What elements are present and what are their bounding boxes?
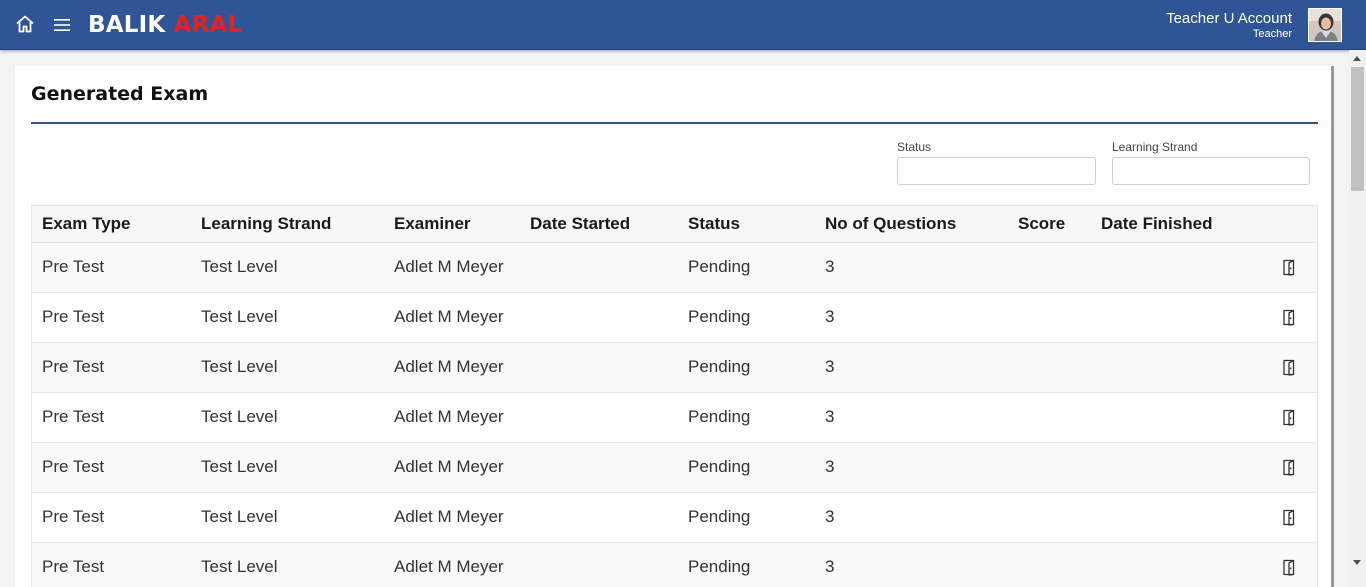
page-title: Generated Exam	[31, 83, 209, 105]
cell-learning-strand: Test Level	[201, 257, 278, 276]
table-row[interactable]: Pre Test Test Level Adlet M Meyer Pending 3	[32, 493, 1317, 543]
table-row[interactable]: Pre Test Test Level Adlet M Meyer Pending 3	[32, 393, 1317, 443]
hamburger-menu-icon[interactable]	[52, 15, 72, 35]
open-exam-icon[interactable]	[1282, 259, 1298, 276]
cell-learning-strand: Test Level	[201, 357, 278, 376]
top-navbar: BALIK ARAL Teacher U Account Teacher	[0, 0, 1366, 50]
cell-no-of-questions: 3	[825, 457, 835, 476]
column-header-exam-type[interactable]: Exam Type	[42, 206, 131, 242]
brand-name-part2: ARAL	[173, 12, 243, 38]
cell-learning-strand: Test Level	[201, 457, 278, 476]
cell-status: Pending	[688, 557, 751, 576]
cell-no-of-questions: 3	[825, 357, 835, 376]
brand-name-part1: BALIK	[88, 12, 166, 38]
user-avatar[interactable]	[1308, 8, 1342, 42]
cell-status: Pending	[688, 457, 751, 476]
cell-no-of-questions: 3	[825, 557, 835, 576]
exam-table: Exam Type Learning Strand Examiner Date …	[31, 205, 1318, 587]
table-header-row: Exam Type Learning Strand Examiner Date …	[32, 205, 1317, 243]
column-header-status[interactable]: Status	[688, 206, 740, 242]
cell-no-of-questions: 3	[825, 257, 835, 276]
table-row[interactable]: Pre Test Test Level Adlet M Meyer Pending 3	[32, 243, 1317, 293]
open-exam-icon[interactable]	[1282, 409, 1298, 426]
table-body: Pre Test Test Level Adlet M Meyer Pending 3 P…	[32, 243, 1317, 587]
cell-learning-strand: Test Level	[201, 507, 278, 526]
cell-status: Pending	[688, 257, 751, 276]
cell-exam-type: Pre Test	[42, 257, 105, 276]
column-header-no-of-questions[interactable]: No of Questions	[825, 206, 956, 242]
home-icon[interactable]	[14, 13, 36, 35]
scroll-down-arrow-icon[interactable]	[1353, 560, 1361, 565]
cell-no-of-questions: 3	[825, 407, 835, 426]
cell-learning-strand: Test Level	[201, 407, 278, 426]
cell-status: Pending	[688, 407, 751, 426]
cell-exam-type: Pre Test	[42, 407, 105, 426]
cell-examiner: Adlet M Meyer	[394, 257, 504, 276]
cell-status: Pending	[688, 307, 751, 326]
open-exam-icon[interactable]	[1282, 509, 1298, 526]
learning-strand-filter-label: Learning Strand	[1112, 140, 1198, 154]
cell-examiner: Adlet M Meyer	[394, 307, 504, 326]
title-divider	[31, 122, 1318, 124]
table-row[interactable]: Pre Test Test Level Adlet M Meyer Pending 3	[32, 543, 1317, 587]
table-row[interactable]: Pre Test Test Level Adlet M Meyer Pending 3	[32, 443, 1317, 493]
cell-no-of-questions: 3	[825, 307, 835, 326]
cell-exam-type: Pre Test	[42, 307, 105, 326]
cell-examiner: Adlet M Meyer	[394, 507, 504, 526]
column-header-examiner[interactable]: Examiner	[394, 206, 471, 242]
column-header-date-started[interactable]: Date Started	[530, 206, 630, 242]
brand-logo[interactable]: BALIK ARAL	[88, 11, 242, 39]
cell-exam-type: Pre Test	[42, 457, 105, 476]
cell-examiner: Adlet M Meyer	[394, 357, 504, 376]
cell-exam-type: Pre Test	[42, 557, 105, 576]
cell-status: Pending	[688, 357, 751, 376]
learning-strand-filter-input[interactable]	[1112, 157, 1310, 185]
cell-examiner: Adlet M Meyer	[394, 457, 504, 476]
column-header-learning-strand[interactable]: Learning Strand	[201, 206, 331, 242]
cell-examiner: Adlet M Meyer	[394, 557, 504, 576]
generated-exam-card: Generated Exam Status Learning Strand Ex…	[15, 66, 1334, 587]
status-filter-label: Status	[897, 140, 932, 154]
scroll-up-arrow-icon[interactable]	[1353, 56, 1361, 61]
open-exam-icon[interactable]	[1282, 459, 1298, 476]
open-exam-icon[interactable]	[1282, 359, 1298, 376]
cell-status: Pending	[688, 507, 751, 526]
cell-exam-type: Pre Test	[42, 357, 105, 376]
user-name[interactable]: Teacher U Account	[1166, 10, 1292, 27]
column-header-score[interactable]: Score	[1018, 206, 1065, 242]
page-scrollbar[interactable]	[1349, 50, 1366, 587]
cell-exam-type: Pre Test	[42, 507, 105, 526]
table-row[interactable]: Pre Test Test Level Adlet M Meyer Pending 3	[32, 293, 1317, 343]
column-header-date-finished[interactable]: Date Finished	[1101, 206, 1212, 242]
open-exam-icon[interactable]	[1282, 309, 1298, 326]
cell-examiner: Adlet M Meyer	[394, 407, 504, 426]
scrollbar-thumb[interactable]	[1351, 67, 1364, 191]
user-role: Teacher	[1252, 28, 1292, 40]
cell-learning-strand: Test Level	[201, 307, 278, 326]
cell-learning-strand: Test Level	[201, 557, 278, 576]
table-row[interactable]: Pre Test Test Level Adlet M Meyer Pending 3	[32, 343, 1317, 393]
status-filter-input[interactable]	[897, 157, 1096, 185]
cell-no-of-questions: 3	[825, 507, 835, 526]
open-exam-icon[interactable]	[1282, 559, 1298, 576]
